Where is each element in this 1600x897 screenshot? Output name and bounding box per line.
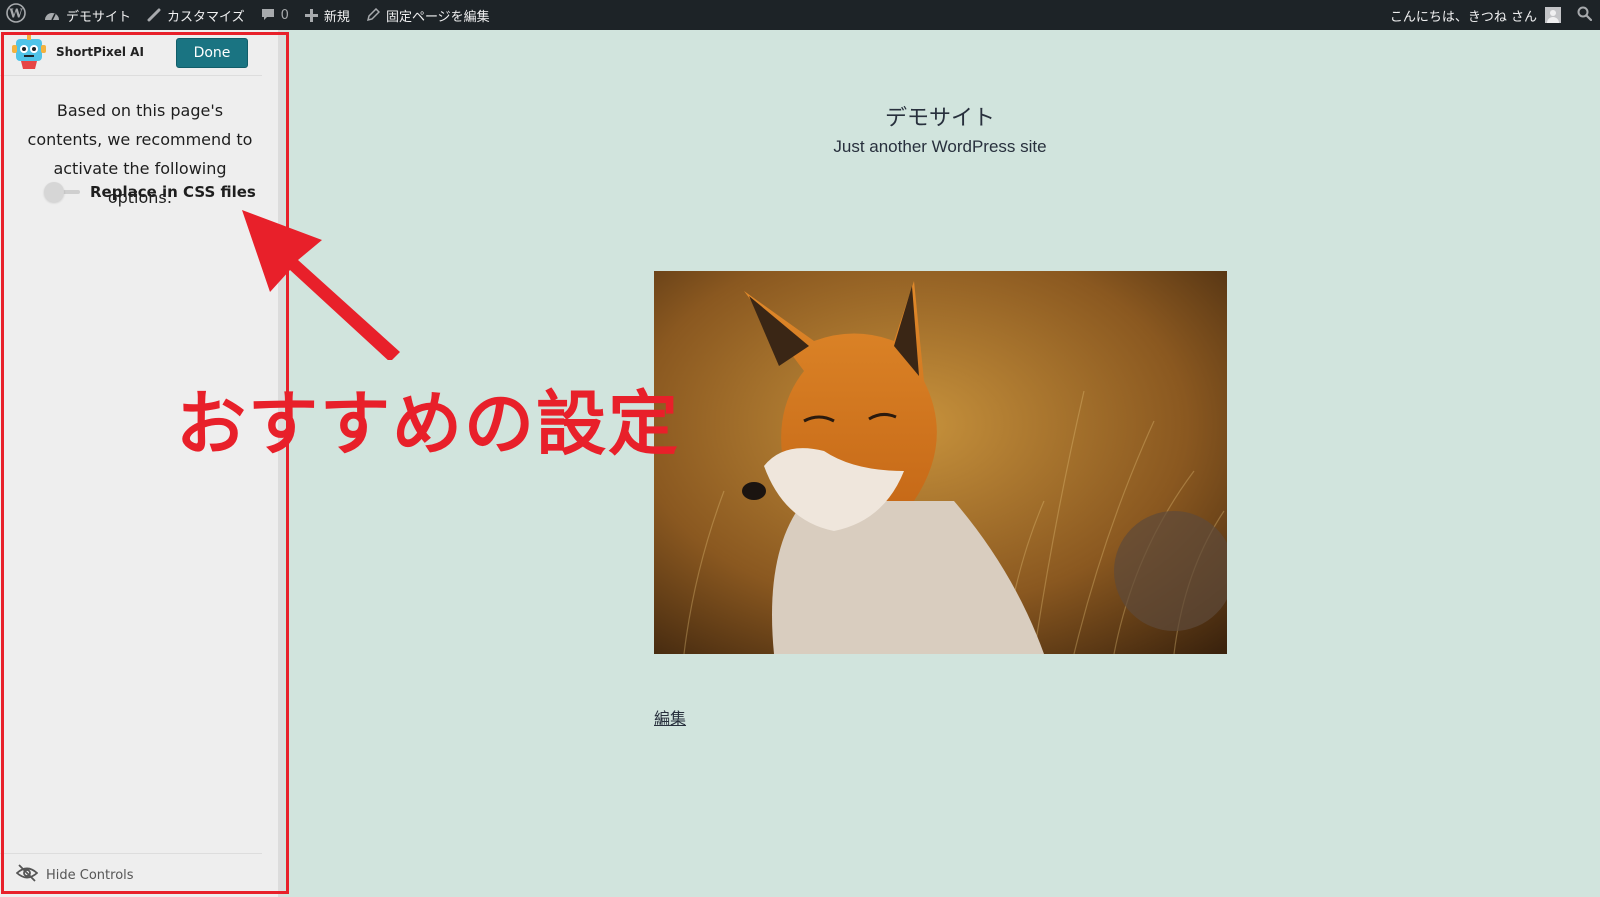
avatar (1545, 7, 1561, 23)
toggle-knob (44, 182, 64, 202)
edit-page-menu[interactable]: 固定ページを編集 (358, 0, 498, 30)
comment-icon (261, 8, 275, 22)
customize-label: カスタマイズ (167, 9, 245, 25)
wordpress-logo-menu[interactable]: W (0, 0, 36, 30)
comments-menu[interactable]: 0 (253, 0, 297, 30)
pencil-icon (366, 8, 380, 22)
shortpixel-logo-icon (12, 35, 46, 71)
fox-photo (654, 271, 1227, 654)
annotation-label: おすすめの設定 (176, 383, 680, 465)
customize-menu[interactable]: カスタマイズ (139, 0, 253, 30)
edit-page-label: 固定ページを編集 (385, 9, 490, 25)
new-content-menu[interactable]: 新規 (297, 0, 358, 30)
admin-bar: W デモサイト カスタマイズ 0 新規 固定ページを編集 こんにちは、きつね さ… (0, 0, 1600, 30)
new-label: 新規 (323, 9, 350, 25)
search-button[interactable] (1569, 0, 1600, 30)
replace-css-toggle[interactable] (44, 182, 80, 202)
eye-slash-icon (15, 864, 39, 887)
dashboard-icon (44, 8, 60, 22)
done-button[interactable]: Done (176, 38, 248, 68)
brush-icon (147, 8, 161, 22)
wordpress-icon: W (6, 3, 26, 27)
plugin-name: ShortPixel AI (56, 45, 144, 59)
site-title[interactable]: デモサイト (640, 100, 1240, 132)
option-replace-css: Replace in CSS files (44, 182, 256, 202)
svg-text:W: W (8, 7, 23, 21)
comments-count: 0 (280, 7, 289, 23)
greeting-text: こんにちは、きつね さん (1389, 9, 1537, 25)
red-arrow-icon (242, 210, 400, 360)
hide-controls-label: Hide Controls (46, 868, 134, 883)
panel-footer: Hide Controls (0, 853, 262, 897)
site-tagline: Just another WordPress site (833, 137, 1047, 156)
my-account-menu[interactable]: こんにちは、きつね さん (1382, 0, 1569, 30)
hide-controls-button[interactable]: Hide Controls (15, 864, 134, 887)
search-icon (1577, 6, 1593, 25)
site-name-menu[interactable]: デモサイト (36, 0, 139, 30)
panel-header: ShortPixel AI Done (0, 30, 262, 76)
edit-link[interactable]: 編集 (654, 705, 686, 729)
replace-css-label: Replace in CSS files (90, 183, 256, 201)
plus-icon (304, 8, 318, 22)
site-name-label: デモサイト (66, 9, 132, 25)
